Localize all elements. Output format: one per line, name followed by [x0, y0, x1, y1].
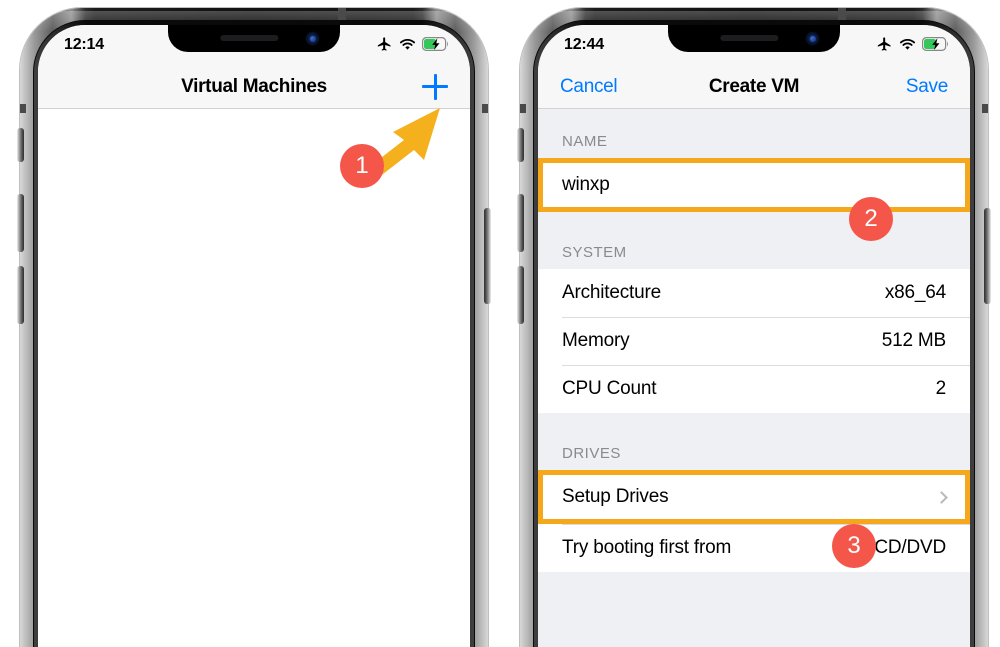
cancel-button[interactable]: Cancel	[560, 76, 618, 98]
mute-switch[interactable]	[17, 128, 24, 162]
row-memory[interactable]: Memory 512 MB	[538, 317, 970, 365]
badge-number: 1	[355, 152, 369, 179]
row-label: Architecture	[562, 282, 661, 303]
antenna-line-right	[482, 104, 488, 113]
badge-number: 2	[864, 205, 878, 232]
page-title: Create VM	[708, 75, 800, 97]
row-value: 512 MB	[881, 330, 946, 351]
antenna-line-left	[520, 104, 526, 113]
add-icon[interactable]	[422, 73, 448, 100]
wifi-icon	[899, 38, 916, 56]
vm-name-value: winxp	[562, 174, 610, 195]
badge-number: 3	[847, 532, 861, 559]
screenshot-stage: 12:14 Virtual Machines 12:44 Cancel Crea…	[0, 0, 1000, 647]
setup-drives-row[interactable]: Setup Drives	[538, 470, 970, 524]
side-power-button[interactable]	[484, 208, 491, 304]
vm-name-field[interactable]: winxp	[538, 158, 970, 212]
notch	[668, 25, 840, 52]
section-header-name: NAME	[538, 109, 970, 158]
row-label: Memory	[562, 330, 630, 351]
row-label: CPU Count	[562, 378, 657, 399]
row-try-booting-first-from[interactable]: Try booting first from CD/DVD	[538, 524, 970, 572]
notch	[168, 25, 340, 52]
section-spacer	[538, 212, 970, 244]
volume-up-button[interactable]	[17, 194, 24, 252]
earpiece-speaker-icon	[720, 35, 779, 41]
side-power-button[interactable]	[984, 208, 991, 304]
chevron-right-icon	[935, 490, 948, 504]
phone-screen-right: 12:44 Cancel Create VM Save NAME winxp S…	[538, 25, 970, 647]
callout-badge-1: 1	[340, 144, 384, 188]
battery-charging-icon	[422, 37, 450, 56]
row-architecture[interactable]: Architecture x86_64	[538, 269, 970, 317]
airplane-mode-icon	[876, 36, 893, 57]
antenna-line-right	[982, 104, 988, 113]
antenna-line-left	[20, 104, 26, 113]
status-icons	[376, 36, 450, 57]
volume-down-button[interactable]	[17, 266, 24, 324]
row-value: CD/DVD	[874, 537, 946, 558]
row-label: Setup Drives	[562, 486, 669, 507]
callout-badge-3: 3	[832, 524, 876, 568]
row-value: x86_64	[884, 282, 946, 303]
airplane-mode-icon	[376, 36, 393, 57]
page-title: Virtual Machines	[181, 75, 327, 97]
create-vm-form: NAME winxp SYSTEM Architecture x86_64 Me…	[538, 109, 970, 647]
battery-charging-icon	[922, 37, 950, 56]
front-camera-icon	[307, 33, 318, 44]
row-label: Try booting first from	[562, 537, 732, 558]
status-time: 12:44	[564, 36, 604, 53]
section-header-system: SYSTEM	[538, 244, 970, 269]
wifi-icon	[399, 38, 416, 56]
earpiece-speaker-icon	[220, 35, 279, 41]
row-cpu-count[interactable]: CPU Count 2	[538, 365, 970, 413]
save-button[interactable]: Save	[906, 76, 948, 98]
row-value: 2	[935, 378, 947, 399]
virtual-machines-empty-list	[38, 109, 470, 647]
volume-down-button[interactable]	[517, 266, 524, 324]
status-time: 12:14	[64, 36, 104, 53]
section-header-drives: DRIVES	[538, 445, 970, 470]
phone-right: 12:44 Cancel Create VM Save NAME winxp S…	[508, 8, 1000, 647]
callout-badge-2: 2	[849, 197, 893, 241]
mute-switch[interactable]	[517, 128, 524, 162]
front-camera-icon	[807, 33, 818, 44]
section-spacer	[538, 413, 970, 445]
volume-up-button[interactable]	[517, 194, 524, 252]
nav-bar-left: Virtual Machines	[38, 65, 470, 109]
nav-bar-right: Cancel Create VM Save	[538, 65, 970, 109]
status-icons	[876, 36, 950, 57]
